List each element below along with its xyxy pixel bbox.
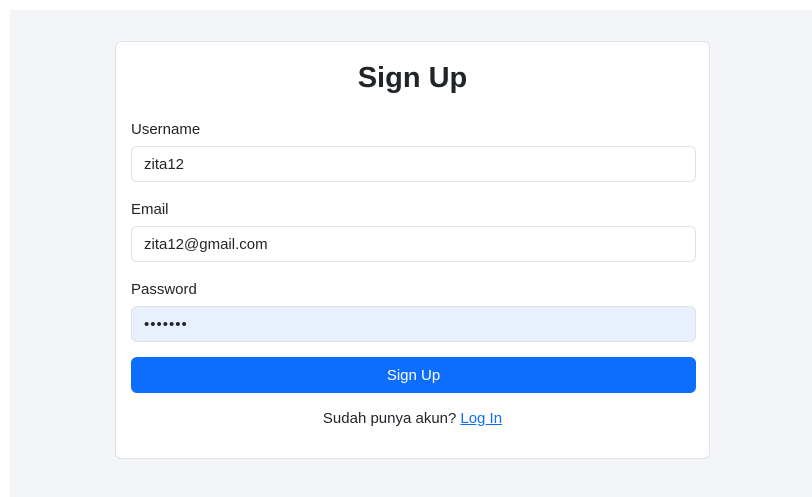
username-input[interactable] xyxy=(131,146,696,182)
email-input[interactable] xyxy=(131,226,696,262)
login-link[interactable]: Log In xyxy=(460,410,502,427)
password-label: Password xyxy=(131,281,197,298)
page-title: Sign Up xyxy=(357,62,468,94)
password-input[interactable] xyxy=(131,306,696,342)
login-prompt: Sudah punya akun? Log In xyxy=(116,410,709,428)
signup-card: Sign Up Username Email Password Sign Up … xyxy=(115,41,710,459)
username-label: Username xyxy=(131,121,201,138)
signup-button[interactable]: Sign Up xyxy=(131,357,696,393)
email-label: Email xyxy=(131,201,169,218)
login-prompt-text: Sudah punya akun? xyxy=(322,410,457,427)
